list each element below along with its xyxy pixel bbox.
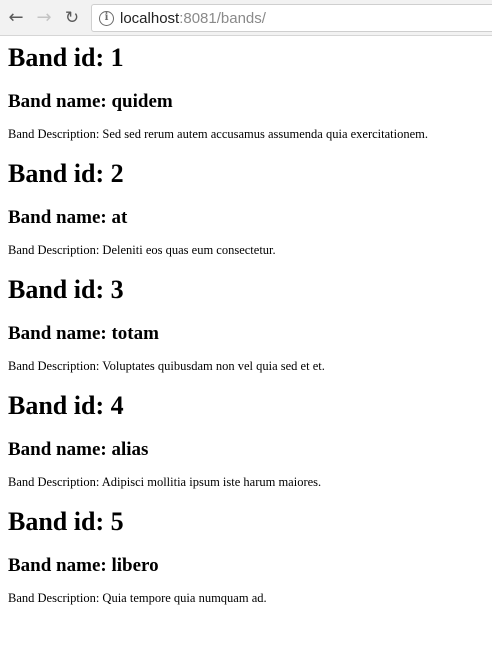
back-button[interactable]: ← <box>4 6 28 30</box>
reload-button[interactable]: ↻ <box>60 6 84 30</box>
arrow-left-icon: ← <box>8 7 24 28</box>
browser-toolbar: ← → ↻ i localhost:8081/bands/ <box>0 0 492 36</box>
address-bar[interactable]: i localhost:8081/bands/ <box>91 4 492 32</box>
band-id-heading: Band id: 5 <box>8 507 124 536</box>
band-name-heading: Band name: alias <box>8 439 149 460</box>
page-content: Band id: 1 Band name: quidem Band Descri… <box>0 36 492 645</box>
band-name-heading: Band name: libero <box>8 555 159 576</box>
band-description: Band Description: Quia tempore quia numq… <box>8 591 267 605</box>
band-id-heading: Band id: 3 <box>8 275 124 304</box>
band-description: Band Description: Voluptates quibusdam n… <box>8 359 325 373</box>
band-name-heading: Band name: totam <box>8 323 159 344</box>
band-entry: Band id: 3 Band name: totam Band Descrip… <box>8 268 484 384</box>
band-description: Band Description: Adipisci mollitia ipsu… <box>8 475 322 489</box>
band-id-heading: Band id: 2 <box>8 159 124 188</box>
band-name-heading: Band name: at <box>8 207 128 228</box>
info-icon[interactable]: i <box>99 10 114 26</box>
url-text: localhost:8081/bands/ <box>120 10 266 27</box>
band-description: Band Description: Deleniti eos quas eum … <box>8 243 276 257</box>
band-entry: Band id: 4 Band name: alias Band Descrip… <box>8 384 484 500</box>
band-id-heading: Band id: 4 <box>8 391 124 420</box>
forward-button[interactable]: → <box>32 6 56 30</box>
band-entry: Band id: 2 Band name: at Band Descriptio… <box>8 152 484 268</box>
band-name-heading: Band name: quidem <box>8 91 173 112</box>
band-id-heading: Band id: 1 <box>8 43 124 72</box>
band-entry: Band id: 1 Band name: quidem Band Descri… <box>8 36 484 152</box>
url-path: :8081/bands/ <box>179 9 266 27</box>
band-entry: Band id: 5 Band name: libero Band Descri… <box>8 500 484 616</box>
reload-icon: ↻ <box>64 7 80 28</box>
arrow-right-icon: → <box>36 7 52 28</box>
band-description: Band Description: Sed sed rerum autem ac… <box>8 127 429 141</box>
url-host: localhost <box>120 9 180 27</box>
